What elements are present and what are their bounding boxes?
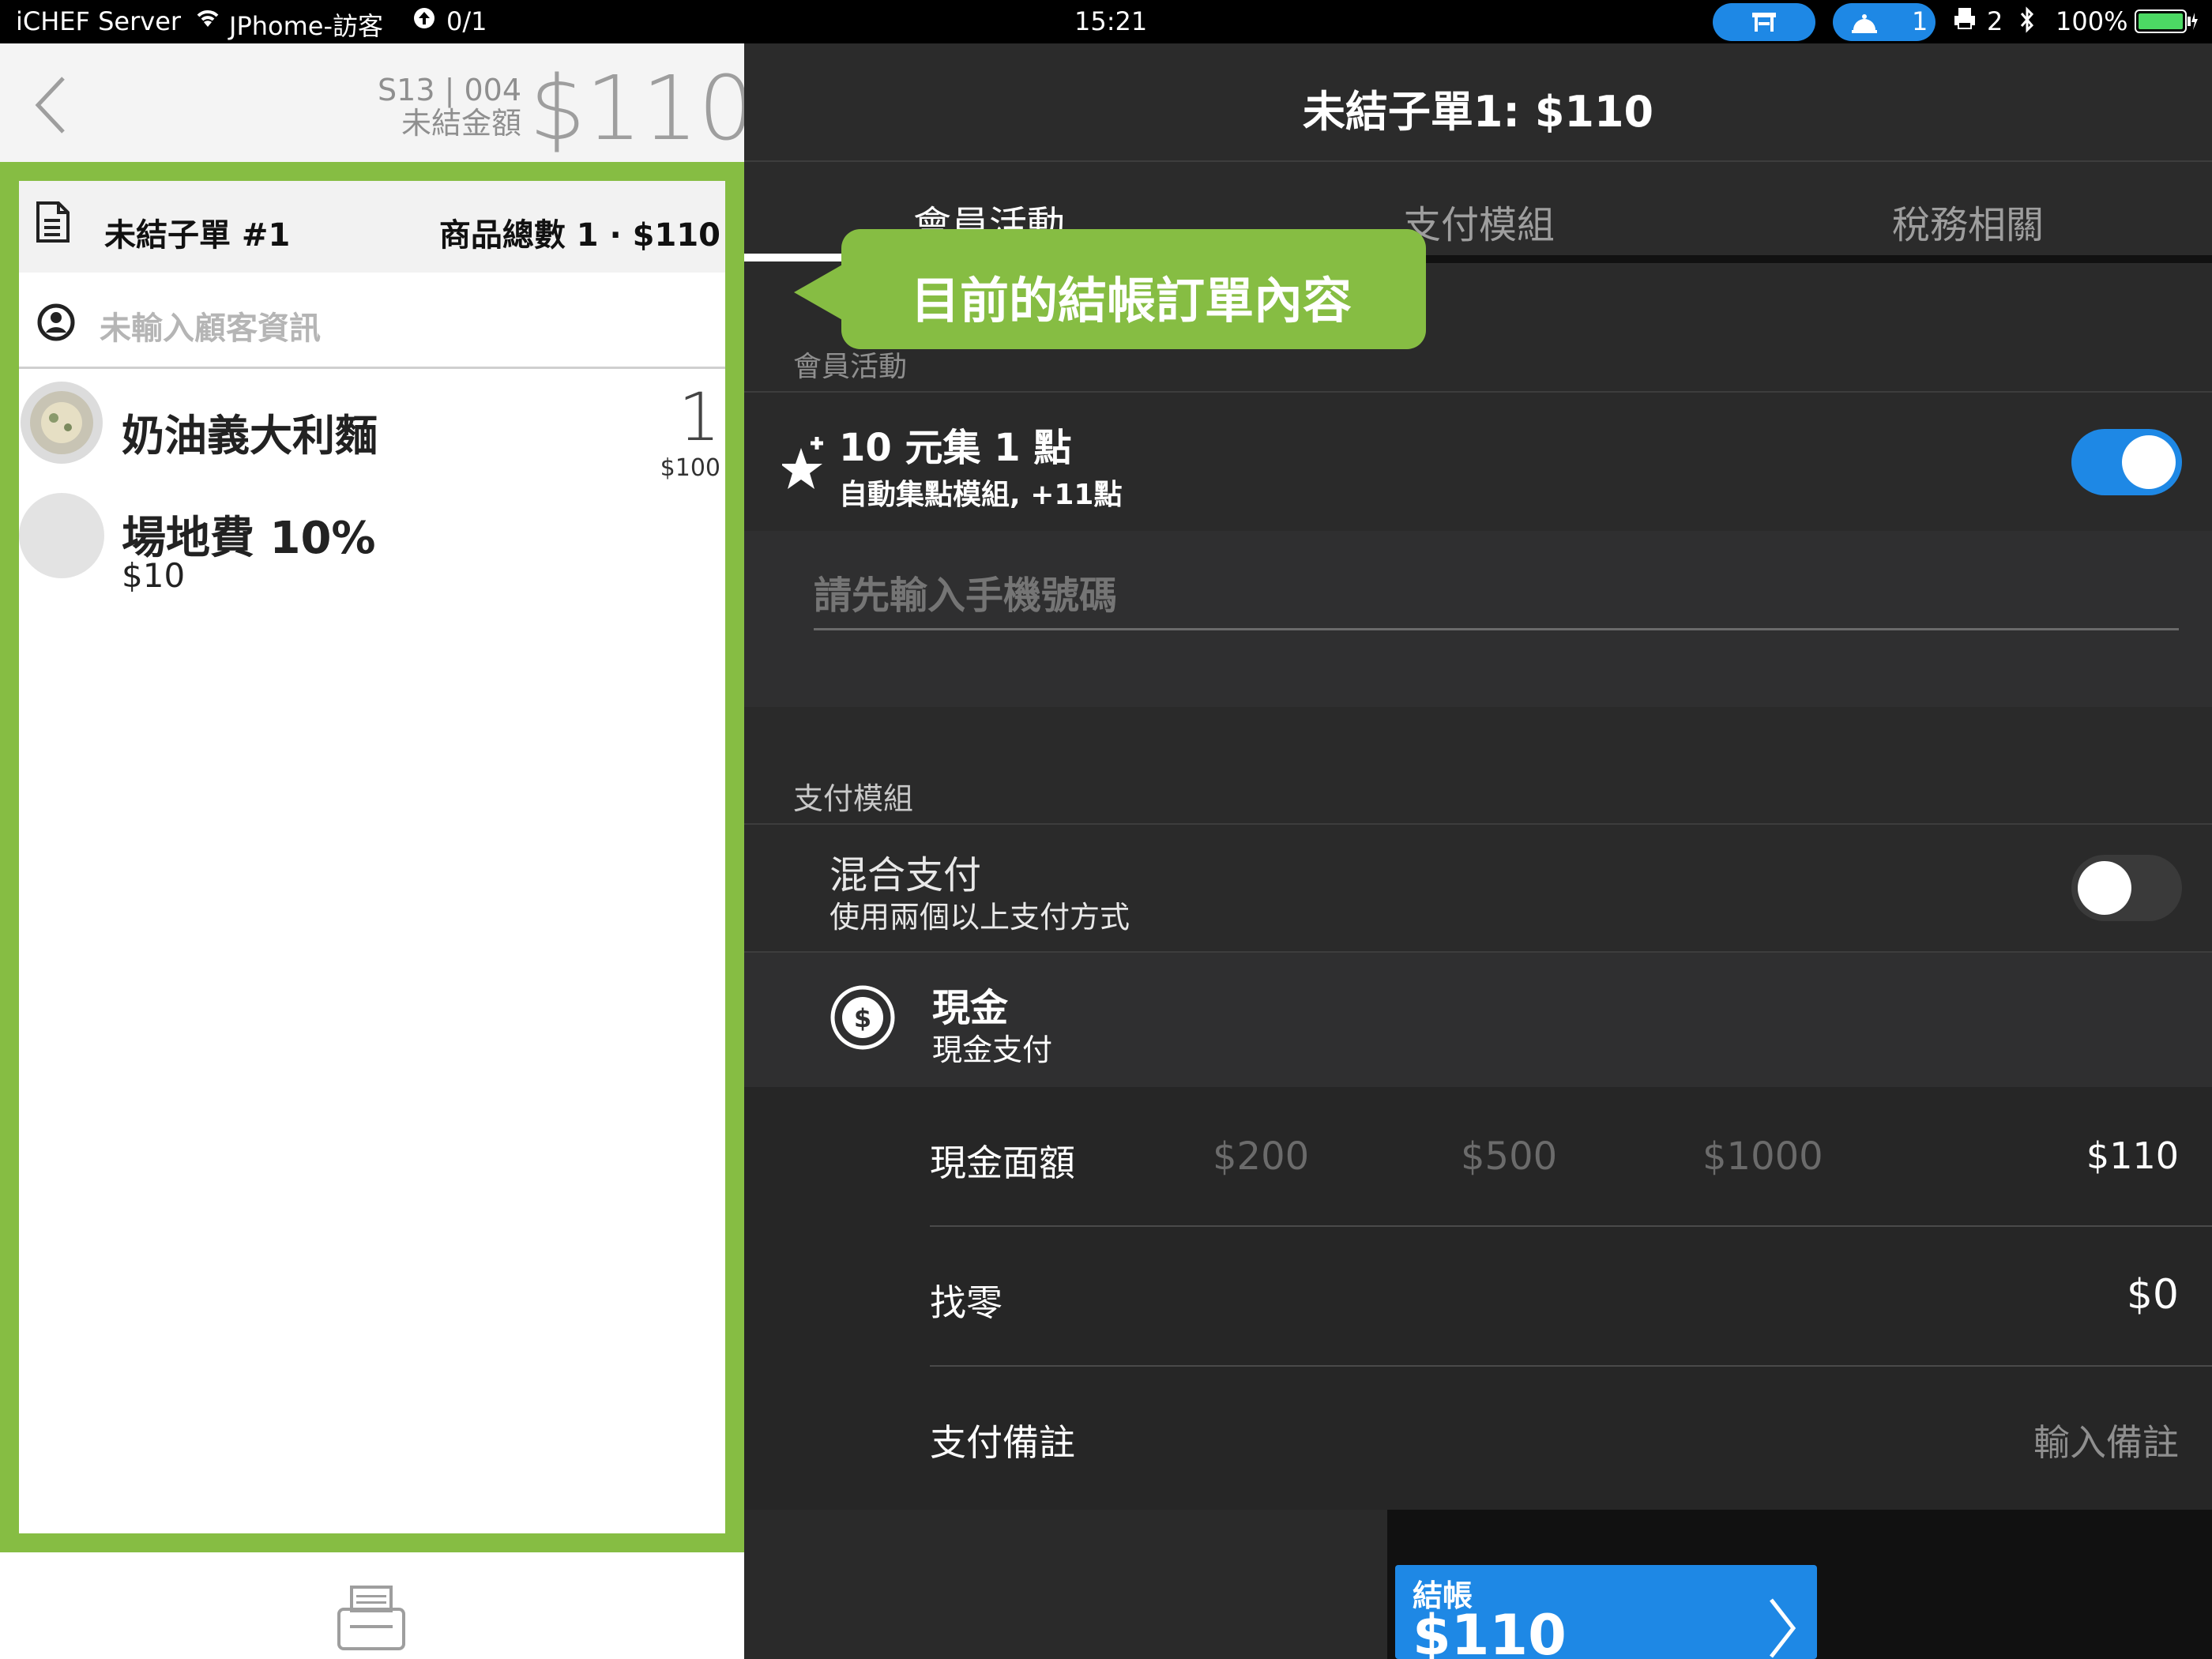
sync-count: 0/1	[446, 6, 487, 36]
order-code-line2: 未結金額	[401, 106, 521, 141]
quick-amount-button[interactable]: $1000	[1702, 1134, 1823, 1179]
toggle-knob	[2122, 435, 2176, 489]
table-status-pill[interactable]	[1713, 3, 1815, 41]
order-panel: S13 | 004 未結金額 $110 未結子單 #1 商品總數 1 · $11…	[0, 43, 754, 1659]
cash-icon: $	[830, 984, 896, 1054]
callout-text: 目前的結帳訂單內容	[911, 272, 1352, 329]
cash-details: 現金面額 $200 $500 $1000 $110 找零 $0 支付備註 輸入備…	[744, 1087, 2212, 1510]
list-item[interactable]: 場地費 10% $10	[19, 485, 725, 596]
battery-percent: 100%	[2056, 6, 2128, 36]
quick-amount-button[interactable]: $500	[1461, 1134, 1557, 1179]
note-label: 支付備註	[930, 1421, 1075, 1464]
phone-input-area	[744, 531, 2212, 707]
toggle-knob	[2078, 861, 2131, 915]
left-footer	[0, 1552, 744, 1659]
star-plus-icon	[780, 432, 830, 498]
status-bar: iCHEF Server JPhome-訪客 0/1 15:21 1 2 100…	[0, 0, 2212, 43]
suborder-title: 未結子單 #1	[104, 217, 291, 254]
forward-chevron-icon	[1766, 1597, 1798, 1659]
item-thumbnail	[19, 380, 104, 468]
change-value: $0	[2126, 1271, 2179, 1319]
cash-amount-label: 現金面額	[930, 1142, 1075, 1184]
upload-icon	[412, 6, 436, 36]
customer-placeholder: 未輸入顧客資訊	[100, 310, 321, 347]
highlight-frame: 未結子單 #1 商品總數 1 · $110 未輸入顧客資訊 奶油義大利麵 1 $…	[0, 162, 744, 1552]
order-header: S13 | 004 未結金額 $110	[0, 43, 754, 162]
carrier-label: iCHEF Server	[16, 6, 182, 36]
right-header-title: 未結子單1: $110	[1302, 87, 1654, 137]
svg-text:$: $	[854, 1003, 871, 1033]
customer-row[interactable]: 未輸入顧客資訊	[19, 273, 725, 369]
cash-title: 現金	[932, 986, 1009, 1030]
note-input[interactable]: 輸入備註	[2033, 1414, 2179, 1466]
item-thumbnail-placeholder	[19, 493, 104, 578]
back-chevron-icon[interactable]	[32, 73, 71, 140]
member-section-label: 會員活動	[793, 351, 908, 383]
promo-toggle[interactable]	[2071, 429, 2182, 495]
note-row[interactable]: 支付備註 輸入備註	[930, 1367, 2212, 1507]
wifi-name: JPhome-訪客	[229, 11, 384, 41]
tab-tax[interactable]: 稅務相關	[1724, 162, 2212, 265]
order-amount: $110	[529, 58, 755, 160]
order-code-line1: S13 | 004	[378, 73, 521, 107]
change-label: 找零	[930, 1281, 1003, 1324]
cash-amount-value[interactable]: $110	[2086, 1134, 2179, 1177]
callout-box: 目前的結帳訂單內容	[841, 229, 1426, 349]
payment-section-label: 支付模組	[793, 781, 914, 816]
item-price: $10	[122, 556, 186, 595]
bottom-bar: 結帳 $110	[744, 1510, 2212, 1659]
item-price: $100	[660, 454, 720, 482]
printer-count: 2	[1987, 6, 2003, 36]
table-icon	[1751, 9, 1778, 41]
bottom-bar-left	[744, 1510, 1387, 1659]
callout-annotation: 目前的結帳訂單內容	[794, 229, 1426, 349]
item-qty: 1	[678, 378, 720, 456]
document-icon	[35, 200, 71, 247]
cash-amount-row: 現金面額 $200 $500 $1000 $110	[930, 1087, 2212, 1227]
promo-subtitle: 自動集點模組, +11點	[839, 479, 1123, 511]
bell-status-pill[interactable]: 1	[1833, 3, 1936, 41]
promo-row[interactable]: 10 元集 1 點 自動集點模組, +11點	[744, 393, 2212, 531]
mixed-toggle[interactable]	[2071, 855, 2182, 921]
bell-count: 1	[1912, 6, 1928, 36]
checkout-amount: $110	[1413, 1603, 1567, 1659]
cash-method-row[interactable]: $ 現金 現金支付	[744, 953, 2212, 1087]
item-name: 奶油義大利麵	[122, 411, 378, 461]
bell-icon	[1850, 11, 1879, 41]
suborder-header[interactable]: 未結子單 #1 商品總數 1 · $110	[19, 181, 725, 273]
suborder-summary: 商品總數 1 · $110	[438, 217, 720, 254]
promo-title: 10 元集 1 點	[839, 426, 1072, 470]
user-icon	[36, 303, 76, 345]
right-header: 未結子單1: $110	[744, 43, 2212, 162]
phone-input[interactable]	[814, 562, 2179, 630]
mixed-subtitle: 使用兩個以上支付方式	[830, 900, 1130, 935]
wifi-icon	[194, 6, 222, 36]
checkout-button[interactable]: 結帳 $110	[1395, 1565, 1817, 1659]
order-code: S13 | 004 未結金額	[371, 73, 521, 140]
change-row: 找零 $0	[930, 1227, 2212, 1367]
print-icon[interactable]	[336, 1584, 407, 1658]
clock: 15:21	[1074, 6, 1148, 36]
cash-subtitle: 現金支付	[932, 1033, 1053, 1067]
printer-icon	[1953, 6, 1977, 36]
mixed-title: 混合支付	[830, 853, 982, 897]
mixed-payment-row[interactable]: 混合支付 使用兩個以上支付方式	[744, 825, 2212, 951]
quick-amount-button[interactable]: $200	[1213, 1134, 1309, 1179]
bluetooth-icon	[2018, 6, 2036, 40]
list-item[interactable]: 奶油義大利麵 1 $100	[19, 371, 725, 489]
battery-icon	[2135, 9, 2198, 40]
